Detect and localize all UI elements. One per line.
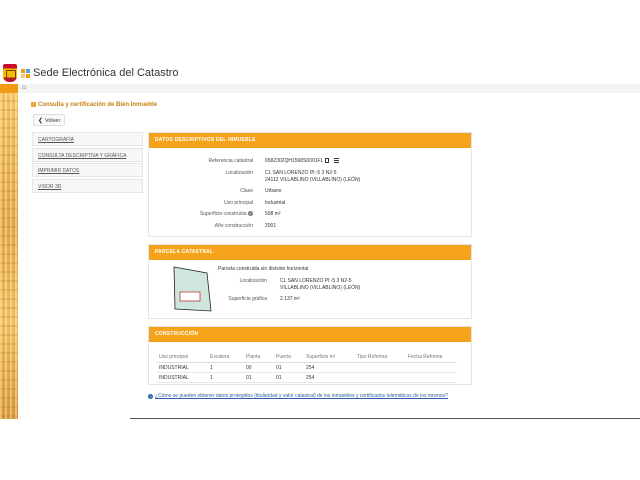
panel-heading: DATOS DESCRIPTIVOS DEL INMUEBLE [149,133,471,148]
value-parcela-loc-1: CL SAN LORENZO Pl:-5 3 N2-5 [280,278,352,284]
value-localizacion-1: CL SAN LORENZO Pl:-5 3 N2-5 [265,170,337,176]
value-parcela-loc-2: VILLABLINO (VILLABLINO) (LEÓN) [280,285,361,291]
info-icon[interactable]: ? [248,211,253,217]
accent-strip [0,84,18,93]
value-clase: Urbano [265,188,282,194]
chevron-left-icon: ❮ [38,118,44,124]
decorative-city-image [0,93,18,419]
parcel-shape [173,266,212,312]
label-ano: Año construcción [214,223,253,229]
value-parcela-sup: 2.137 m² [280,296,300,302]
panel-construccion: CONSTRUCCIÓN Uso principal Escalera Plan… [148,326,472,385]
home-icon[interactable]: ⌂ [22,84,29,91]
value-uso: Industrial [265,200,286,206]
list-icon[interactable] [334,158,340,164]
label-superficie: Superficie construida ? [199,211,253,217]
value-ano: 2001 [265,223,277,229]
document-icon [31,102,36,107]
spain-crest-icon [3,64,17,82]
sidebar-item-consulta-descriptiva[interactable]: CONSULTA DESCRIPTIVA Y GRÁFICA [32,147,143,162]
page-title: Consulta y certificación de Bien Inmuebl… [38,102,158,108]
copy-icon[interactable] [325,158,330,164]
value-localizacion-2: 24112 VILLABLINO (VILLABLINO) (LEÓN) [265,177,361,183]
catastro-logo-icon [21,69,30,78]
help-link[interactable]: ¿Cómo se pueden obtener datos protegidos… [155,393,465,400]
table-row: INDUSTRIAL 1 00 01 254 [157,362,457,373]
panel-heading: PARCELA CATASTRAL [149,245,471,260]
col-fecha-reforma: Fecha Reforma [406,351,457,363]
value-superficie: 508 m² [265,211,281,217]
sidebar-item-imprimir-datos[interactable]: IMPRIMIR DATOS [32,163,143,177]
browser-blank-area [0,0,640,62]
site-title[interactable]: Sede Electrónica del Catastro [33,67,179,79]
sidebar-nav: CARTOGRAFÍA CONSULTA DESCRIPTIVA Y GRÁFI… [32,132,143,194]
label-parcela-loc: Localización [239,278,267,284]
col-uso: Uso principal [157,351,208,363]
parcela-desc: Parcela construida sin división horizont… [218,266,309,272]
panel-parcela: PARCELA CATASTRAL Parcela construida sin… [148,244,472,319]
table-header-row: Uso principal Escalera Planta Puerta Sup… [157,351,457,363]
col-superficie: Superficie m² [304,351,355,363]
col-planta: Planta [244,351,274,363]
sidebar-item-visor-3d[interactable]: VISOR 3D [32,178,143,193]
panel-datos-descriptivos: DATOS DESCRIPTIVOS DEL INMUEBLE Referenc… [148,132,472,237]
construccion-table: Uso principal Escalera Planta Puerta Sup… [157,351,457,383]
label-localizacion: Localización [225,170,253,176]
label-referencia: Referencia catastral [208,158,253,164]
referencia-text: 6582302QH1568S0001FL [265,158,324,164]
label-clase: Clase [240,188,253,194]
col-escalera: Escalera [208,351,244,363]
col-tipo-reforma: Tipo Reforma [355,351,406,363]
parcel-map-thumbnail[interactable] [171,265,213,313]
col-puerta: Puerta [274,351,304,363]
help-icon: ? [148,394,153,399]
label-uso: Uso principal [224,200,253,206]
footer-divider [130,418,640,419]
back-button[interactable]: ❮ Volver [33,114,65,126]
site-header: Sede Electrónica del Catastro [0,62,640,85]
panel-heading: CONSTRUCCIÓN [149,327,471,342]
building-footprint [179,291,201,302]
label-parcela-sup: Superficie gráfica [228,296,267,302]
value-referencia: 6582302QH1568S0001FL [265,158,340,164]
table-row: INDUSTRIAL 1 01 01 254 [157,372,457,383]
sidebar-item-cartografia[interactable]: CARTOGRAFÍA [32,132,143,146]
